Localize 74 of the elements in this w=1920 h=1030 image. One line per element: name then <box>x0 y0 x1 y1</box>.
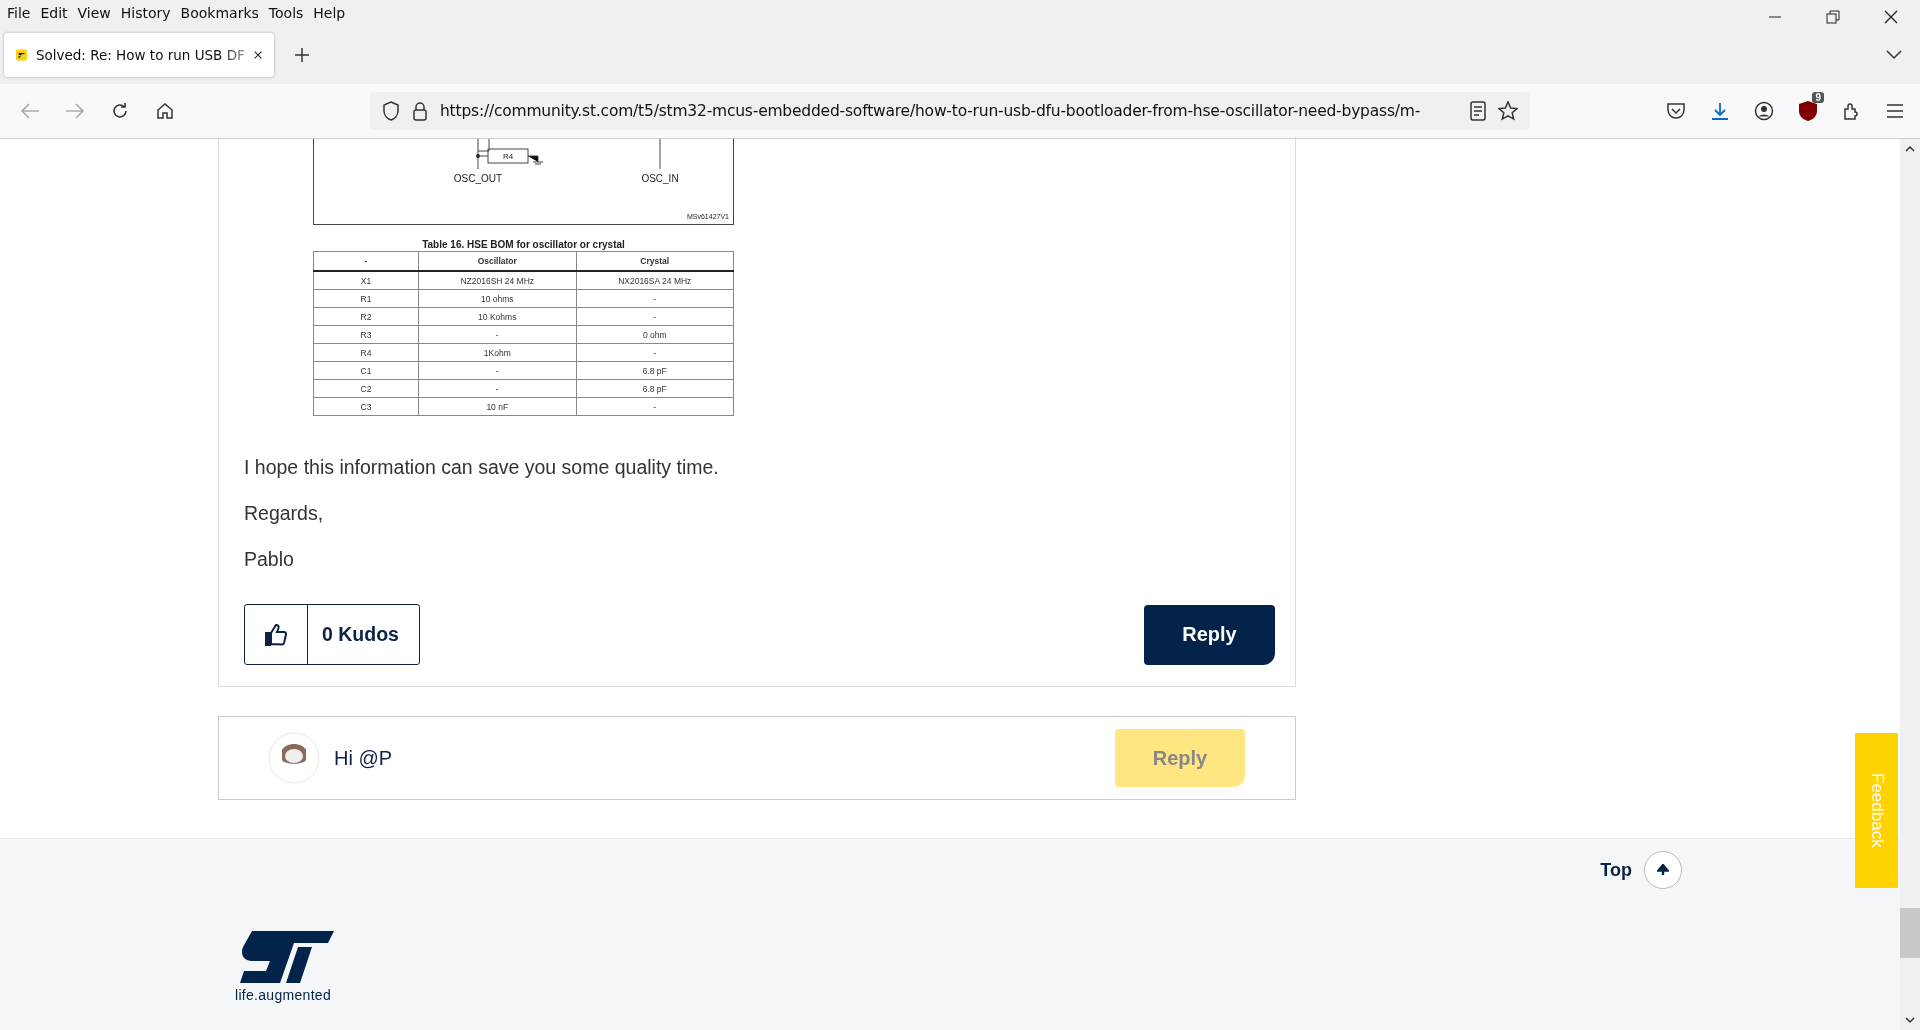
menu-item[interactable]: Tools <box>263 5 309 21</box>
logo-tagline: life.augmented <box>234 987 331 1003</box>
browser-tab[interactable]: Solved: Re: How to run USB DF <box>4 33 274 77</box>
table-cell: 6.8 pF <box>576 361 734 380</box>
shield-icon[interactable] <box>382 101 400 121</box>
reader-view-icon[interactable] <box>1470 101 1486 121</box>
kudos-button[interactable]: 0 Kudos <box>244 604 420 665</box>
table-caption: Table 16. HSE BOM for oscillator or crystal <box>421 239 626 250</box>
table-cell: - <box>576 397 734 416</box>
scroll-to-top-button[interactable] <box>1644 851 1682 889</box>
resistor-label: R4 <box>502 152 514 161</box>
menu-item[interactable]: Bookmarks <box>175 5 264 21</box>
table-cell: C1 <box>313 361 419 380</box>
table-cell: - <box>576 307 734 326</box>
tab-list-icon[interactable] <box>1886 50 1902 60</box>
table-cell: 6.8 pF <box>576 379 734 398</box>
avatar-icon <box>268 732 320 784</box>
paragraph: Pablo <box>244 548 295 570</box>
column-header: Oscillator <box>418 251 576 271</box>
address-bar[interactable]: https://community.st.com/t5/stm32-mcus-embedded-software/how-to-run-usb-dfu-bootloader-from-hse-oscillator-need-bypass/m- <box>370 92 1530 130</box>
top-link[interactable]: Top <box>1600 859 1632 881</box>
table-cell: NX2016SA 24 MHz <box>576 271 734 290</box>
table-cell: - <box>418 325 576 344</box>
menu-item[interactable]: Help <box>308 5 351 21</box>
close-tab-icon[interactable] <box>253 49 262 61</box>
extension-badge: 9 <box>1812 92 1824 103</box>
table-cell: 1Kohm <box>418 343 576 362</box>
menu-item[interactable]: View <box>72 5 116 21</box>
home-icon[interactable] <box>155 101 175 121</box>
table-cell: R3 <box>313 325 419 344</box>
table-cell: R2 <box>313 307 419 326</box>
star-icon[interactable] <box>1498 101 1518 121</box>
restore-icon[interactable] <box>1826 10 1840 24</box>
plus-icon <box>294 47 310 63</box>
lock-icon[interactable] <box>412 101 428 121</box>
scroll-up-icon[interactable] <box>1905 145 1915 153</box>
download-icon[interactable] <box>1710 101 1730 121</box>
paragraph: Regards, <box>244 502 325 524</box>
table-cell: C2 <box>313 379 419 398</box>
menu-item[interactable]: History <box>115 5 176 21</box>
table-cell: X1 <box>313 271 419 290</box>
column-header: Crystal <box>576 251 734 271</box>
reply-button[interactable]: Reply <box>1144 604 1275 665</box>
account-icon[interactable] <box>1754 101 1774 121</box>
table-cell: - <box>418 379 576 398</box>
table-cell: - <box>576 343 734 362</box>
url-text[interactable]: https://community.st.com/t5/stm32-mcus-embedded-software/how-to-run-usb-dfu-bootloader-from-hse-oscillator-need-bypass/m- <box>440 102 1458 120</box>
shield-extension-icon[interactable] <box>1798 100 1818 122</box>
reload-icon[interactable] <box>110 101 130 121</box>
pin-label: OSC_IN <box>641 173 679 184</box>
column-header: - <box>313 251 419 271</box>
table-cell: C3 <box>313 397 419 416</box>
table-cell: 10 ohms <box>418 289 576 308</box>
table-cell: 0 ohm <box>576 325 734 344</box>
reply-preview-text: Hi @P <box>334 746 393 770</box>
pin-label: OSC_OUT <box>453 173 503 184</box>
arrow-up-icon <box>1657 864 1669 876</box>
site-favicon-icon <box>16 47 27 63</box>
table-cell: R1 <box>313 289 419 308</box>
scrollbar-thumb[interactable] <box>1900 908 1920 958</box>
table-cell: - <box>576 289 734 308</box>
table-cell: 10 nF <box>418 397 576 416</box>
menu-item[interactable]: Edit <box>35 5 73 21</box>
close-icon[interactable] <box>1884 10 1898 24</box>
table-cell: - <box>418 361 576 380</box>
table-cell: 10 Kohms <box>418 307 576 326</box>
table-cell: NZ2016SH 24 MHz <box>418 271 576 290</box>
menu-icon[interactable] <box>1886 103 1904 119</box>
pocket-icon[interactable] <box>1666 101 1686 121</box>
table-cell: R4 <box>313 343 419 362</box>
paragraph: I hope this information can save you some quality time. <box>244 456 720 478</box>
menu-item[interactable]: File <box>2 5 36 21</box>
scroll-down-icon[interactable] <box>1905 1016 1915 1024</box>
thumbs-up-icon <box>264 622 288 647</box>
